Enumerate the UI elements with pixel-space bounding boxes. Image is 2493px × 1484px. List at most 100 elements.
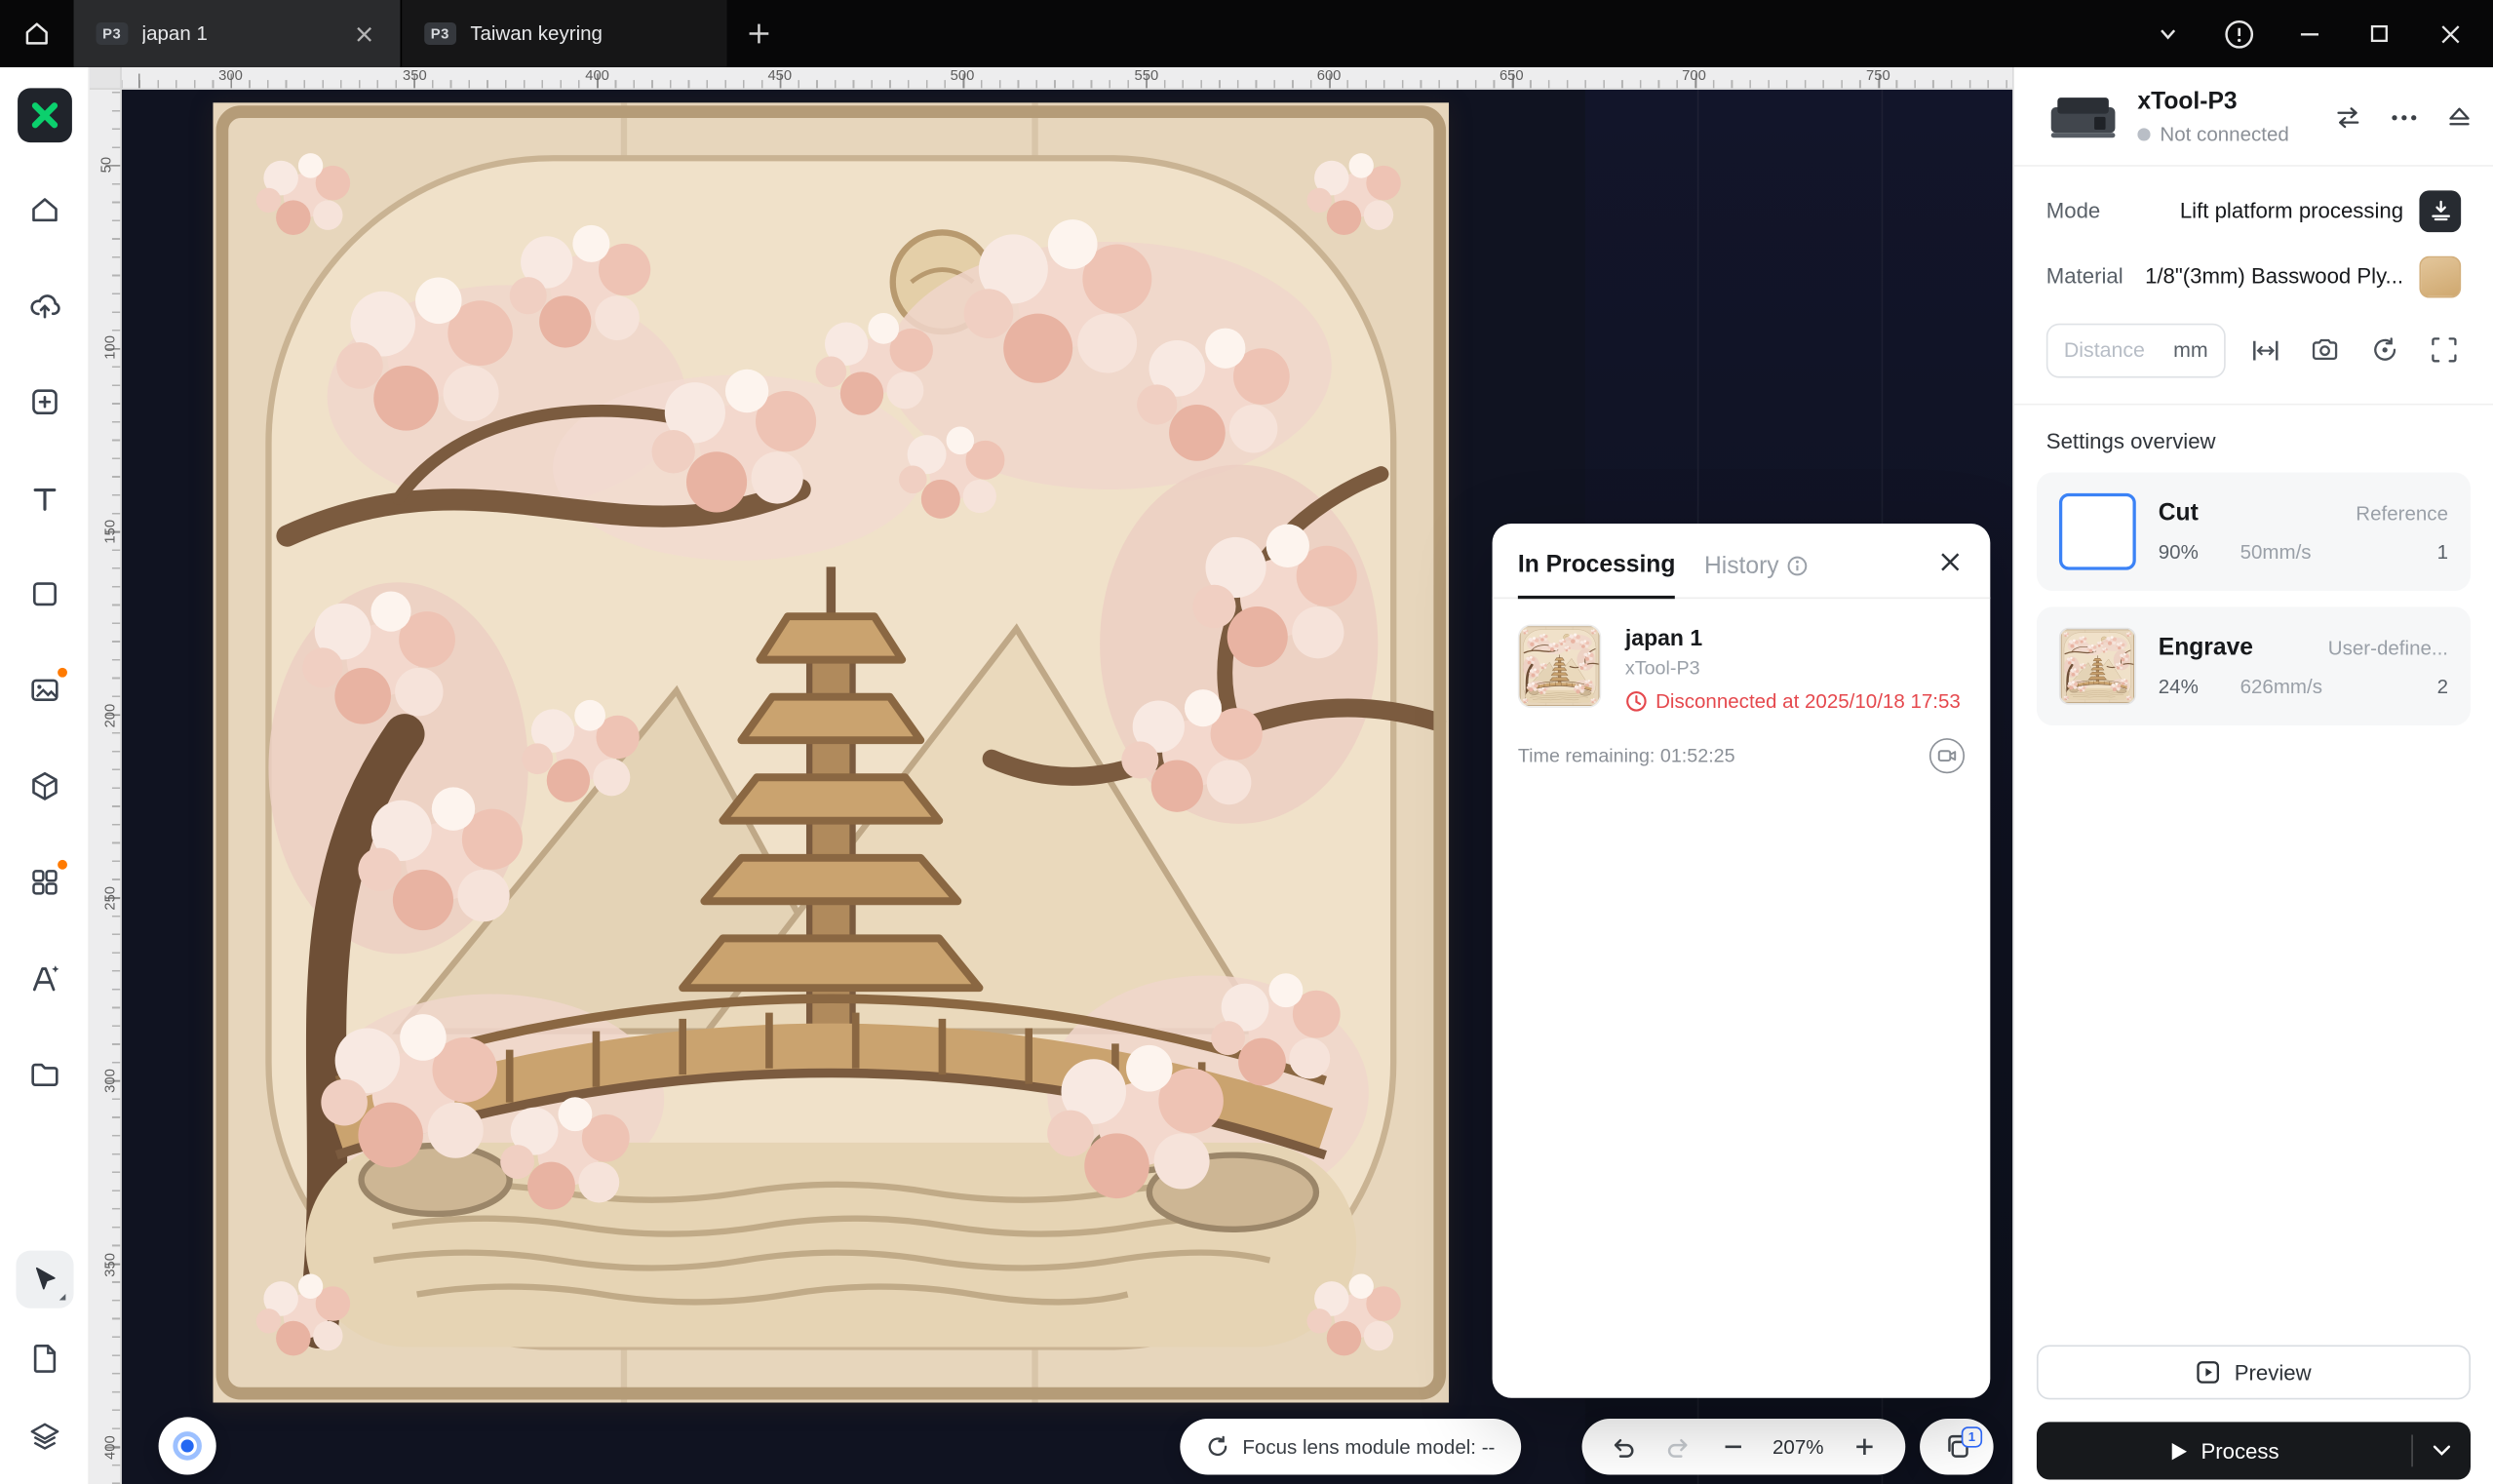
title-bar: P3 japan 1 P3 Taiwan keyring (0, 0, 2493, 67)
zoom-out-button[interactable] (1713, 1427, 1751, 1465)
redo-icon (1665, 1434, 1691, 1460)
setting-card-cut[interactable]: Cut Reference 90% 50mm/s 1 (2037, 472, 2471, 591)
layers-button[interactable] (16, 1408, 73, 1465)
text-tool-button[interactable] (16, 469, 73, 527)
camera-icon (2311, 338, 2340, 363)
collapse-tabs-button[interactable] (2137, 0, 2198, 67)
zoom-toolbar: 207% (1582, 1419, 1906, 1474)
material-label: Material (2046, 264, 2123, 289)
undo-button[interactable] (1605, 1427, 1643, 1465)
process-options-button[interactable] (2413, 1422, 2471, 1479)
tab-japan-1[interactable]: P3 japan 1 (74, 0, 401, 67)
minimize-icon (2298, 23, 2318, 44)
sidebar-import-button[interactable] (16, 277, 73, 334)
device-status: Not connected (2160, 125, 2288, 145)
job-device: xTool-P3 (1625, 656, 1961, 679)
process-button[interactable]: Process (2037, 1422, 2471, 1479)
duplicate-button[interactable]: 1 (1920, 1419, 1994, 1474)
duplicate-count-badge: 1 (1962, 1426, 1982, 1447)
tab-in-processing[interactable]: In Processing (1518, 551, 1676, 599)
process-label: Process (2201, 1439, 2279, 1464)
material-value[interactable]: 1/8"(3mm) Basswood Ply... (2145, 264, 2403, 289)
ruler-label: 150 (101, 520, 117, 544)
setting-speed: 50mm/s (2240, 540, 2312, 563)
tab-history[interactable]: History (1704, 553, 1808, 598)
image-tool-button[interactable] (16, 661, 73, 719)
setting-power: 90% (2159, 540, 2199, 563)
ruler-label: 300 (218, 67, 243, 83)
ruler-label: 550 (1135, 67, 1159, 83)
distance-input[interactable]: Distance mm (2046, 323, 2226, 377)
auto-focus-button[interactable] (2366, 332, 2401, 368)
elements-button[interactable] (16, 758, 73, 815)
collapse-panel-button[interactable] (2441, 99, 2476, 135)
plus-icon (1853, 1436, 1874, 1457)
shape-icon (26, 576, 61, 611)
window-controls (2137, 0, 2493, 67)
tab-taiwan-keyring[interactable]: P3 Taiwan keyring (401, 0, 727, 67)
notification-dot (57, 860, 66, 870)
select-tool-button[interactable] (16, 1251, 73, 1308)
home-button[interactable] (0, 0, 74, 67)
sidebar-new-button[interactable] (16, 373, 73, 431)
focus-button[interactable] (159, 1417, 216, 1474)
switch-device-button[interactable] (2329, 99, 2364, 135)
tab-badge: P3 (424, 22, 455, 45)
notes-button[interactable] (16, 1329, 73, 1386)
camera-monitor-icon (1937, 746, 1957, 765)
minimize-button[interactable] (2279, 0, 2339, 67)
focus-lens-pill[interactable]: Focus lens module model: -- (1180, 1419, 1520, 1474)
time-remaining: Time remaining: 01:52:25 (1518, 744, 1735, 766)
sidebar-home-button[interactable] (16, 181, 73, 239)
focus-lens-label: Focus lens module model: -- (1242, 1435, 1495, 1458)
processing-job-item[interactable]: japan 1 xTool-P3 Disconnected at 2025/10… (1518, 624, 1965, 715)
mode-button[interactable] (2419, 190, 2461, 232)
ruler-label: 200 (101, 704, 117, 728)
cursor-icon (26, 1262, 61, 1297)
process-main[interactable]: Process (2037, 1422, 2411, 1479)
lift-platform-icon (2428, 199, 2452, 223)
ruler-label: 500 (951, 67, 975, 83)
image-icon (26, 673, 61, 708)
apps-button[interactable] (16, 853, 73, 911)
redo-button[interactable] (1658, 1427, 1696, 1465)
ai-tools-button[interactable] (16, 950, 73, 1007)
chevron-down-icon (2157, 22, 2179, 45)
zoom-in-button[interactable] (1845, 1427, 1883, 1465)
apps-grid-icon (26, 865, 61, 900)
mode-value[interactable]: Lift platform processing (2180, 199, 2403, 223)
shape-tool-button[interactable] (16, 566, 73, 623)
horizontal-ruler: 300 350 400 450 500 550 600 650 700 750 (90, 67, 2012, 90)
tab-badge: P3 (97, 22, 128, 45)
distance-placeholder: Distance (2064, 338, 2163, 363)
material-swatch[interactable] (2419, 255, 2461, 297)
xtool-logo[interactable] (17, 88, 71, 142)
measure-button[interactable] (2248, 332, 2283, 368)
maximize-button[interactable] (2349, 0, 2409, 67)
setting-card-engrave[interactable]: Engrave User-define... 24% 626mm/s 2 (2037, 606, 2471, 725)
play-icon (2169, 1440, 2189, 1461)
close-tab-icon[interactable] (349, 20, 378, 49)
job-thumbnail (1518, 624, 1601, 707)
new-tab-button[interactable] (727, 0, 792, 67)
close-window-button[interactable] (2419, 0, 2479, 67)
close-dialog-button[interactable] (1932, 544, 1967, 579)
preview-button[interactable]: Preview (2037, 1345, 2471, 1399)
more-options-button[interactable] (2386, 99, 2421, 135)
monitor-button[interactable] (1929, 738, 1965, 773)
material-library-button[interactable] (16, 1045, 73, 1103)
tab-title: japan 1 (142, 22, 335, 45)
more-dots-icon (2390, 113, 2417, 121)
alert-circle-icon (2223, 19, 2253, 49)
zoom-level[interactable]: 207% (1768, 1435, 1828, 1458)
tool-sidebar (0, 67, 90, 1484)
dialog-header: In Processing History (1493, 524, 1991, 599)
artwork-japan-1[interactable] (213, 102, 1449, 1403)
info-icon (1787, 556, 1808, 576)
cut-thumbnail (2059, 492, 2136, 569)
camera-button[interactable] (2307, 332, 2342, 368)
notification-button[interactable] (2208, 0, 2269, 67)
frame-button[interactable] (2426, 332, 2461, 368)
folder-icon (26, 1057, 61, 1092)
tab-title: Taiwan keyring (470, 22, 704, 45)
